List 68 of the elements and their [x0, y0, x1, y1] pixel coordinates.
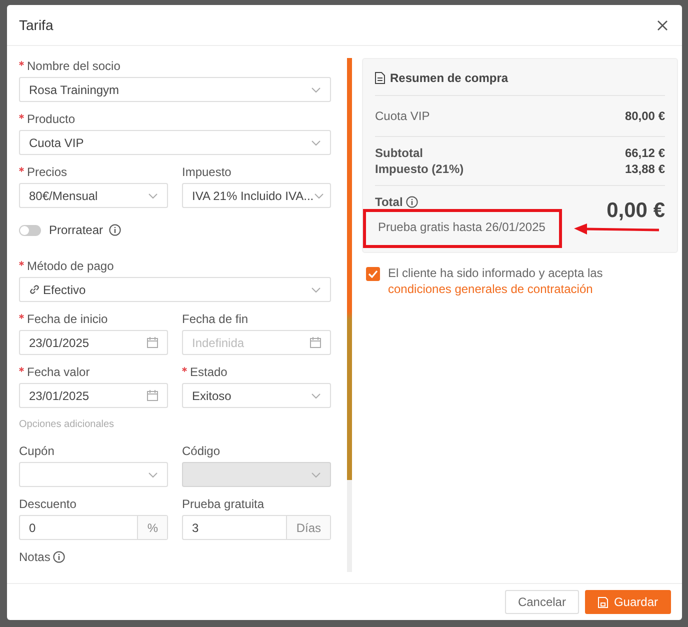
field-label: Código	[182, 444, 220, 458]
asterisk-icon	[19, 61, 24, 66]
select-field[interactable]: Cuota VIP	[19, 130, 331, 155]
toggle-switch[interactable]	[19, 224, 41, 236]
field-label: Nombre del socio	[27, 59, 120, 73]
select-field[interactable]: Exitoso	[182, 383, 331, 408]
input-field[interactable]: 3 Días	[182, 515, 331, 540]
subtotal-label: Impuesto (21%)	[375, 162, 464, 176]
select-field[interactable]: Rosa Trainingym	[19, 77, 331, 102]
chevron-down-icon	[311, 286, 321, 292]
chevron-down-icon	[311, 392, 321, 398]
checkbox[interactable]	[366, 267, 380, 281]
select-field[interactable]: 80€/Mensual	[19, 183, 168, 208]
calendar-icon	[147, 390, 158, 401]
modal-title: Tarifa	[19, 17, 54, 33]
field-label: Prueba gratuita	[182, 497, 264, 511]
select-field[interactable]: IVA 21% Incluido IVA...	[182, 183, 331, 208]
toggle-label: Prorratear	[49, 223, 104, 237]
summary-title: Resumen de compra	[390, 71, 508, 85]
field-label: Notas	[19, 550, 50, 564]
subtotal-amount: 66,12 €	[624, 146, 665, 160]
link-icon	[29, 284, 40, 295]
chevron-down-icon	[311, 140, 321, 146]
total-label: Total	[375, 195, 403, 209]
subtotal-amount: 13,88 €	[624, 162, 665, 176]
item-label: Cuota VIP	[375, 109, 430, 123]
field-label: Método de pago	[27, 259, 114, 273]
calendar-icon	[310, 337, 321, 348]
date-field[interactable]: 23/01/2025	[19, 330, 168, 355]
chevron-down-icon	[314, 192, 324, 198]
chevron-down-icon	[311, 86, 321, 92]
date-field[interactable]: 23/01/2025	[19, 383, 168, 408]
unit-label: %	[137, 516, 167, 539]
field-label: Fecha de fin	[182, 312, 248, 326]
field-label: Producto	[27, 112, 76, 126]
asterisk-icon	[19, 167, 24, 172]
info-icon	[406, 196, 418, 208]
select-field[interactable]	[19, 462, 168, 487]
subtotal-label: Subtotal	[375, 146, 423, 160]
asterisk-icon	[182, 367, 187, 372]
cancel-button[interactable]: Cancelar	[504, 590, 579, 614]
section-heading: Opciones adicionales	[19, 419, 116, 430]
field-label: Estado	[190, 365, 228, 379]
scrollbar-thumb[interactable]	[347, 58, 352, 480]
asterisk-icon	[19, 367, 24, 372]
input-field[interactable]: 0 %	[19, 515, 168, 540]
arrow-icon	[574, 222, 660, 234]
field-label: Fecha de inicio	[27, 312, 108, 326]
chevron-down-icon	[311, 472, 321, 478]
field-label: Cupón	[19, 444, 54, 458]
asterisk-icon	[19, 314, 24, 319]
chevron-down-icon	[148, 472, 158, 478]
field-label: Descuento	[19, 497, 76, 511]
field-label: Fecha valor	[27, 365, 90, 379]
asterisk-icon	[19, 261, 24, 266]
item-amount: 80,00 €	[624, 109, 665, 123]
chevron-down-icon	[148, 192, 158, 198]
close-icon	[657, 20, 668, 30]
unit-label: Días	[286, 516, 330, 539]
field-label: Precios	[27, 165, 68, 179]
consent-text: El cliente ha sido informado y acepta las condiciones generales de contratación	[388, 265, 604, 297]
asterisk-icon	[19, 114, 24, 119]
document-icon	[375, 72, 385, 84]
field-label: Impuesto	[182, 165, 232, 179]
calendar-icon	[147, 337, 158, 348]
trial-note: Prueba gratis hasta 26/01/2025	[363, 209, 562, 248]
total-amount: 0,00 €	[606, 199, 665, 223]
select-field[interactable]: Efectivo	[19, 277, 331, 302]
